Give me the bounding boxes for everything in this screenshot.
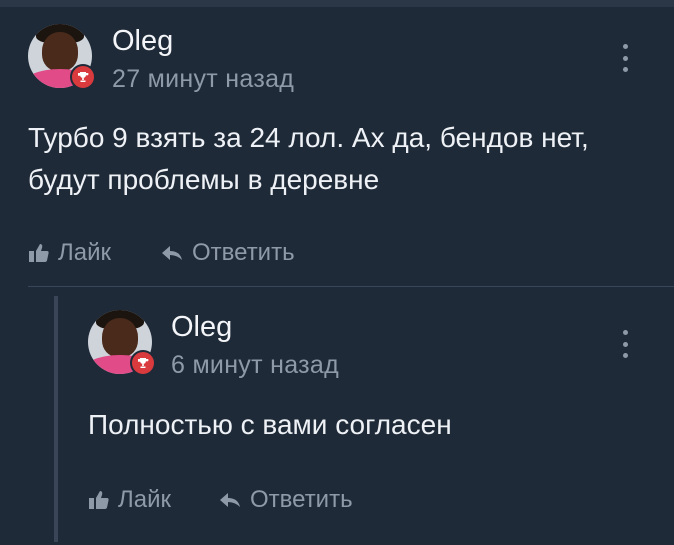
username[interactable]: Oleg — [171, 313, 232, 342]
reply-label: Ответить — [192, 239, 295, 266]
username[interactable]: Oleg — [112, 27, 173, 56]
reply-arrow-icon — [162, 246, 182, 260]
divider — [28, 286, 674, 287]
thread-line — [54, 296, 58, 542]
like-label: Лайк — [58, 239, 112, 266]
trophy-icon — [70, 64, 96, 90]
like-label: Лайк — [118, 486, 172, 513]
timestamp: 6 минут назад — [171, 351, 339, 379]
timestamp: 27 минут назад — [112, 65, 295, 93]
thumbs-up-icon — [29, 244, 49, 262]
reply-label: Ответить — [250, 486, 353, 513]
comment-text: Полностью с вами согласен — [88, 409, 452, 440]
more-vertical-icon[interactable] — [620, 330, 630, 358]
thumbs-up-icon — [89, 491, 109, 509]
reply-arrow-icon — [220, 493, 240, 507]
reply-button[interactable]: Ответить — [218, 488, 353, 512]
trophy-icon — [130, 350, 156, 376]
comment-text: Турбо 9 взять за 24 лол. Ах да, бендов н… — [28, 122, 589, 195]
more-vertical-icon[interactable] — [620, 44, 630, 72]
reply-button[interactable]: Ответить — [160, 241, 295, 265]
like-button[interactable]: Лайк — [88, 488, 171, 512]
top-edge — [0, 0, 674, 7]
like-button[interactable]: Лайк — [28, 241, 111, 265]
